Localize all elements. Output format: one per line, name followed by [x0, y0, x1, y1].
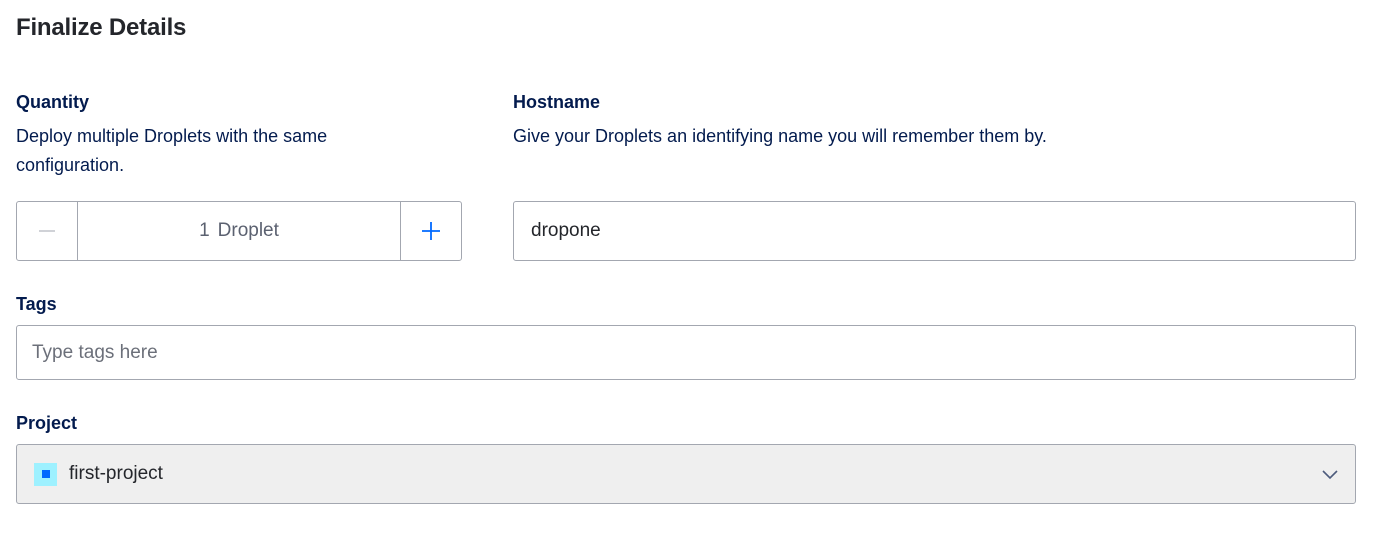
quantity-stepper: 1 Droplet [16, 201, 462, 261]
project-label: Project [16, 413, 78, 433]
minus-icon [39, 230, 55, 232]
tags-input[interactable] [17, 326, 1355, 379]
project-select[interactable]: first-project [16, 444, 1356, 504]
hostname-description: Give your Droplets an identifying name y… [513, 126, 1047, 146]
project-selected-value: first-project [69, 463, 163, 484]
hostname-input[interactable] [514, 202, 1355, 260]
quantity-unit: Droplet [217, 220, 279, 241]
tags-label: Tags [16, 294, 57, 314]
quantity-count: 1 [199, 220, 210, 241]
project-square-icon [34, 462, 57, 486]
quantity-description-line2: configuration. [16, 155, 125, 175]
hostname-label: Hostname [513, 92, 601, 112]
quantity-label: Quantity [16, 92, 90, 112]
hostname-field [513, 201, 1356, 261]
quantity-value: 1 Droplet [78, 202, 400, 260]
plus-icon [422, 222, 440, 240]
chevron-down-icon [1322, 470, 1338, 480]
decrement-button[interactable] [17, 202, 78, 260]
quantity-description: Deploy multiple Droplets with the same c… [16, 122, 327, 180]
finalize-details-page: Finalize Details Quantity Deploy multipl… [0, 0, 1394, 533]
page-title: Finalize Details [16, 14, 187, 41]
tags-field [16, 325, 1356, 380]
increment-button[interactable] [400, 202, 461, 260]
quantity-description-line1: Deploy multiple Droplets with the same [16, 126, 328, 146]
